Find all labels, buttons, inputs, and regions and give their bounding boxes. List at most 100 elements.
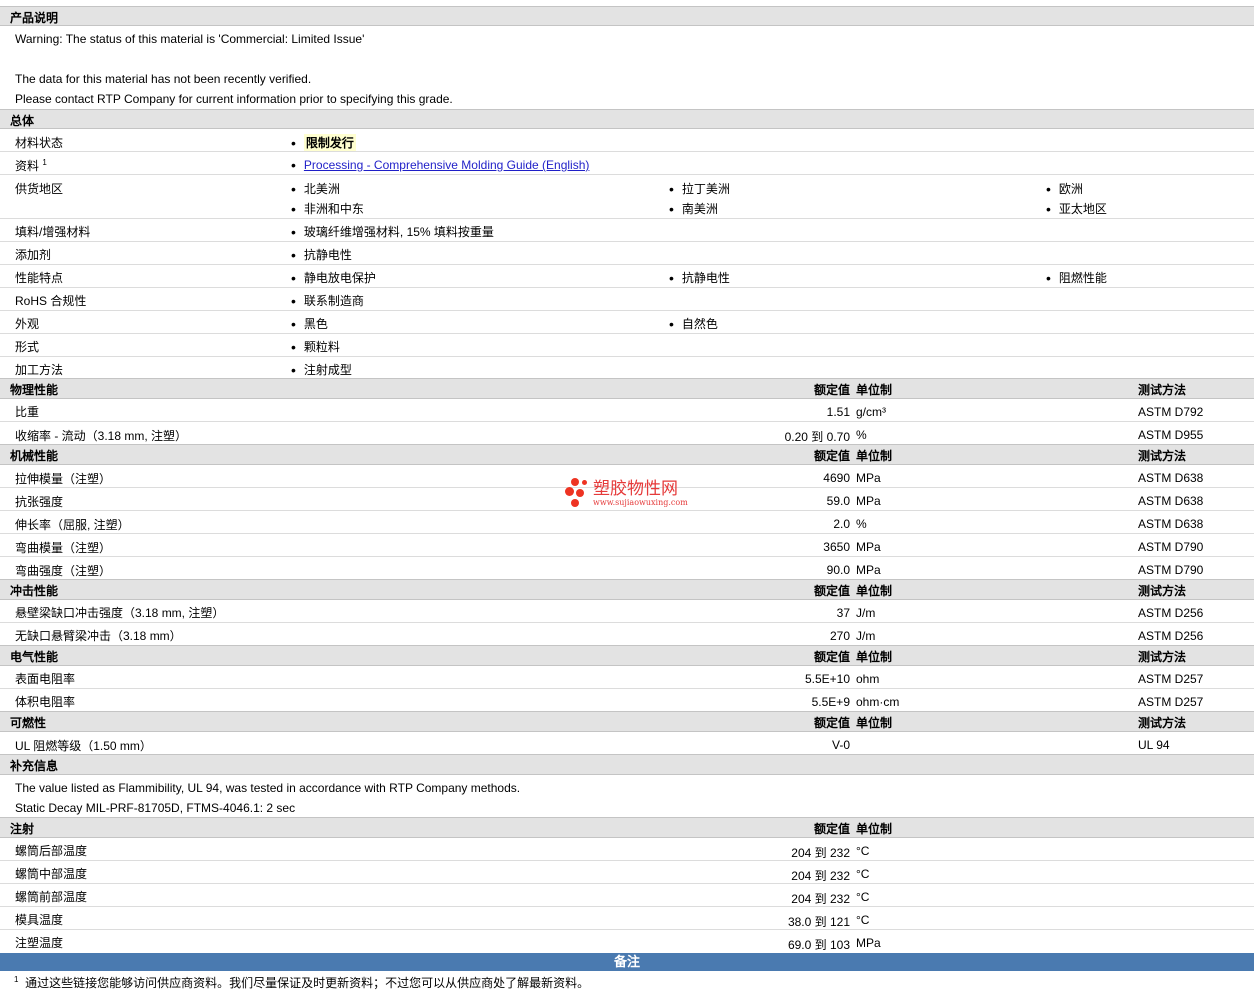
- property-name: 螺筒中部温度: [15, 867, 88, 881]
- property-method: ASTM D790: [1138, 563, 1204, 577]
- section-title: 物理性能: [10, 383, 59, 397]
- property-row: 体积电阻率 5.5E+9 ohm·cm ASTM D257: [0, 689, 1254, 711]
- feature-item: 抗静电性: [669, 269, 730, 286]
- supply-item: 南美洲: [669, 200, 718, 217]
- supply-row: 供货地区 北美洲 拉丁美洲 欧洲 非洲和中东 南美洲 亚太地区: [0, 175, 1254, 219]
- property-name: 螺筒后部温度: [15, 844, 88, 858]
- nominal-header: 额定值: [813, 449, 850, 463]
- property-row: 悬壁梁缺口冲击强度（3.18 mm, 注塑） 37 J/m ASTM D256: [0, 600, 1254, 623]
- property-unit: ohm: [856, 672, 880, 686]
- general-header: 总体: [0, 109, 1254, 129]
- property-value: V-0: [831, 738, 850, 752]
- footnote: 1 通过这些链接您能够访问供应商资料。我们尽量保证及时更新资料；不过您可以从供应…: [14, 975, 590, 990]
- property-value: 69.0 到 103: [787, 938, 850, 952]
- property-method: ASTM D256: [1138, 606, 1204, 620]
- watermark-url: www.sujiaowuxing.com: [593, 497, 688, 507]
- warning-text: Warning: The status of this material is …: [15, 32, 365, 46]
- property-value: 204 到 232: [791, 846, 850, 860]
- property-row: 螺筒后部温度 204 到 232 °C: [0, 838, 1254, 861]
- property-row: UL 阻燃等级（1.50 mm） V-0 UL 94: [0, 732, 1254, 754]
- method-header: 测试方法: [1138, 650, 1187, 664]
- unit-header: 单位制: [856, 716, 893, 730]
- feature-item: 阻燃性能: [1046, 269, 1107, 286]
- nominal-header: 额定值: [813, 383, 850, 397]
- property-unit: MPa: [856, 540, 881, 554]
- property-value: 1.51: [826, 405, 850, 419]
- status-value: 限制发行: [291, 134, 356, 151]
- physical-header: 物理性能 额定值 单位制 测试方法: [0, 378, 1254, 399]
- property-method: ASTM D256: [1138, 629, 1204, 643]
- property-value: 90.0: [826, 563, 850, 577]
- material-status-row: 材料状态 限制发行: [0, 129, 1254, 152]
- electrical-header: 电气性能 额定值 单位制 测试方法: [0, 645, 1254, 666]
- property-method: ASTM D955: [1138, 428, 1204, 442]
- method-header: 测试方法: [1138, 449, 1187, 463]
- method-header: 测试方法: [1138, 383, 1187, 397]
- property-unit: %: [856, 517, 867, 531]
- filler-row: 填料/增强材料 玻璃纤维增强材料, 15% 填料按重量: [0, 219, 1254, 242]
- unit-header: 单位制: [856, 449, 893, 463]
- section-title: 可燃性: [10, 716, 47, 730]
- section-title: 注射: [10, 822, 35, 836]
- process-row: 加工方法 注射成型: [0, 357, 1254, 378]
- injection-header: 注射 额定值 单位制: [0, 817, 1254, 838]
- property-row: 螺筒中部温度 204 到 232 °C: [0, 861, 1254, 884]
- property-row: 螺筒前部温度 204 到 232 °C: [0, 884, 1254, 907]
- method-header: 测试方法: [1138, 716, 1187, 730]
- property-name: 体积电阻率: [15, 695, 76, 709]
- property-row: 弯曲模量（注塑） 3650 MPa ASTM D790: [0, 534, 1254, 557]
- additive-row: 添加剂 抗静电性: [0, 242, 1254, 265]
- property-unit: MPa: [856, 494, 881, 508]
- property-row: 伸长率（屈服, 注塑） 2.0 % ASTM D638: [0, 511, 1254, 534]
- property-row: 收缩率 - 流动（3.18 mm, 注塑） 0.20 到 0.70 % ASTM…: [0, 422, 1254, 444]
- watermark-logo-icon: [563, 477, 591, 509]
- property-row: 弯曲强度（注塑） 90.0 MPa ASTM D790: [0, 557, 1254, 579]
- property-unit: J/m: [856, 629, 876, 643]
- method-header: 测试方法: [1138, 584, 1187, 598]
- form-row: 形式 颗粒料: [0, 334, 1254, 357]
- property-value: 5.5E+9: [811, 695, 850, 709]
- property-name: 伸长率（屈服, 注塑）: [15, 518, 130, 532]
- row-label: 添加剂: [15, 248, 52, 262]
- rohs-value: 联系制造商: [291, 292, 364, 309]
- row-label: 供货地区: [15, 182, 64, 196]
- property-row: 比重 1.51 g/cm³ ASTM D792: [0, 399, 1254, 422]
- property-unit: %: [856, 428, 867, 442]
- molding-guide-link[interactable]: Processing - Comprehensive Molding Guide…: [304, 158, 589, 172]
- property-value: 2.0: [833, 517, 850, 531]
- property-method: ASTM D792: [1138, 405, 1204, 419]
- property-unit: J/m: [856, 606, 876, 620]
- property-unit: °C: [856, 867, 870, 881]
- property-name: 螺筒前部温度: [15, 890, 88, 904]
- nominal-header: 额定值: [813, 716, 850, 730]
- mechanical-header: 机械性能 额定值 单位制 测试方法: [0, 444, 1254, 465]
- row-label: RoHS 合规性: [15, 294, 87, 308]
- property-unit: MPa: [856, 936, 881, 950]
- section-title: 机械性能: [10, 449, 59, 463]
- unit-header: 单位制: [856, 383, 893, 397]
- property-row: 模具温度 38.0 到 121 °C: [0, 907, 1254, 930]
- section-title: 补充信息: [10, 759, 59, 773]
- appearance-item: 黑色: [291, 315, 328, 332]
- property-unit: °C: [856, 913, 870, 927]
- property-value: 37: [836, 606, 850, 620]
- property-unit: MPa: [856, 563, 881, 577]
- property-name: 无缺口悬臂梁冲击（3.18 mm）: [15, 629, 182, 643]
- supply-item: 非洲和中东: [291, 200, 364, 217]
- property-name: 弯曲模量（注塑）: [15, 541, 112, 555]
- section-title: 电气性能: [10, 650, 59, 664]
- property-method: ASTM D638: [1138, 471, 1204, 485]
- section-title: 总体: [10, 114, 35, 128]
- property-value: 5.5E+10: [804, 672, 850, 686]
- property-row: 注塑温度 69.0 到 103 MPa: [0, 930, 1254, 953]
- supplemental-text: The value listed as Flammibility, UL 94,…: [15, 781, 521, 795]
- property-name: 抗张强度: [15, 495, 64, 509]
- section-title: 产品说明: [10, 11, 59, 25]
- supply-item: 欧洲: [1046, 180, 1083, 197]
- property-method: ASTM D638: [1138, 517, 1204, 531]
- feature-item: 静电放电保护: [291, 269, 376, 286]
- property-name: 悬壁梁缺口冲击强度（3.18 mm, 注塑）: [15, 606, 225, 620]
- docs-row: 资料 1 Processing - Comprehensive Molding …: [0, 152, 1254, 175]
- unit-header: 单位制: [856, 584, 893, 598]
- flammability-header: 可燃性 额定值 单位制 测试方法: [0, 711, 1254, 732]
